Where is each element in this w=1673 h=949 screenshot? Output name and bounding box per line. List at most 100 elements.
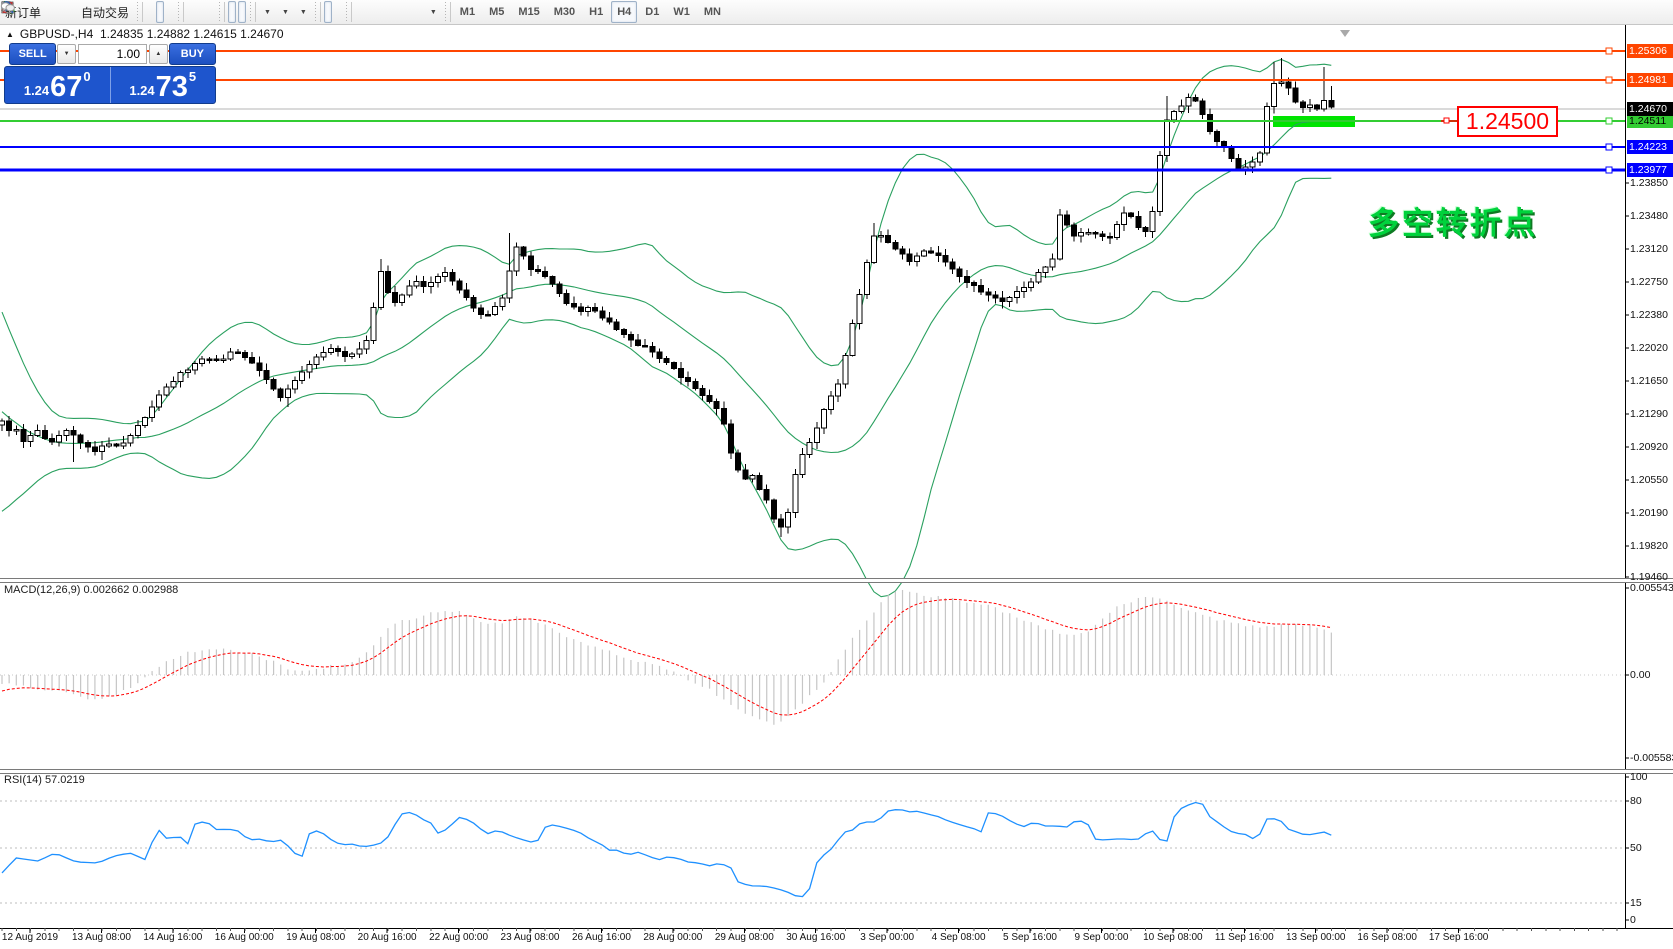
price-tick: 1.20190 — [1630, 507, 1668, 519]
bollinger-bands[interactable] — [1, 58, 1332, 598]
sell-price[interactable]: 1.24 67 0 — [5, 67, 111, 103]
rsi-tick: 50 — [1630, 842, 1642, 854]
price-tick: 1.23850 — [1630, 177, 1668, 189]
price-tick: 1.21290 — [1630, 408, 1668, 420]
toolbar-separator — [443, 2, 451, 22]
rsi-tick: 15 — [1630, 897, 1642, 909]
price-tick: 1.19820 — [1630, 540, 1668, 552]
line-chart-button[interactable] — [1, 1, 174, 23]
pane-splitter-rsi[interactable] — [0, 769, 1673, 774]
macd-values: 0.002662 0.002988 — [83, 584, 179, 596]
auto-trading-button[interactable]: 自动交易 — [1, 1, 133, 23]
horizontal-lines[interactable] — [0, 47, 1625, 174]
horizontal-line-button[interactable] — [2, 1, 373, 23]
shift-marker-icon[interactable] — [1340, 30, 1350, 37]
volume-input[interactable]: 1.00 — [78, 44, 148, 64]
price-tick: 1.20550 — [1630, 474, 1668, 486]
chat-icon — [0, 2, 15, 13]
price-tick: 1.23120 — [1630, 243, 1668, 255]
buy-price[interactable]: 1.24 73 5 — [111, 67, 216, 103]
price-label: 1.24670 — [1627, 102, 1673, 116]
crosshair-button[interactable] — [2, 1, 342, 23]
arrows-button[interactable]: ▼ — [2, 1, 441, 23]
chevron-down-icon[interactable]: ▼ — [264, 9, 271, 16]
sell-button[interactable]: SELL — [9, 43, 57, 65]
text-button[interactable]: A — [4, 1, 413, 23]
cursor-button[interactable] — [4, 1, 332, 23]
price-tick: 1.21650 — [1630, 375, 1668, 387]
macd-tick: 0.00 — [1630, 669, 1651, 681]
price-label: 1.25306 — [1627, 44, 1673, 58]
timeframe-m15-button[interactable]: M15 — [512, 1, 545, 23]
timeframe-mn-button[interactable]: MN — [698, 1, 727, 23]
price-tick: 1.22750 — [1630, 276, 1668, 288]
rsi-tick: 100 — [1630, 771, 1648, 783]
timeframe-d1-button[interactable]: D1 — [639, 1, 665, 23]
macd-tick: 0.005543 — [1630, 582, 1673, 594]
candlesticks — [0, 58, 1335, 537]
bar-chart-button[interactable] — [2, 1, 154, 23]
timeframe-h1-button[interactable]: H1 — [583, 1, 609, 23]
rsi-indicator — [0, 800, 1625, 904]
ohlc-low: 1.24615 — [193, 27, 237, 41]
mt4-window: 新订单自动交易▼▼▼EFAT▼M1M5M15M30H1H4D1W1MN ▲GBP… — [0, 0, 1673, 949]
price-tick: 1.22020 — [1630, 342, 1668, 354]
quotes-button[interactable] — [1, 1, 55, 23]
equidistant-channel-button[interactable]: E — [1, 1, 393, 23]
auto-scroll-button[interactable] — [2, 1, 237, 23]
turning-point-text: 多空转折点 — [1368, 206, 1538, 241]
price-label: 1.24511 — [1627, 114, 1673, 128]
text-label-button[interactable]: T — [1, 1, 423, 23]
buy-button[interactable]: BUY — [168, 43, 217, 65]
timeframe-m30-button[interactable]: M30 — [548, 1, 581, 23]
toolbar-separator — [249, 2, 257, 22]
chart-canvas[interactable] — [0, 0, 1673, 949]
timeframe-w1-button[interactable]: W1 — [667, 1, 696, 23]
toolbar-separator — [313, 2, 321, 22]
collapse-icon[interactable]: ▲ — [6, 30, 14, 39]
chevron-down-icon[interactable]: ▼ — [282, 9, 289, 16]
indicators-button[interactable]: ▼ — [1, 1, 275, 23]
price-tick: 1.23480 — [1630, 210, 1668, 222]
ohlc-open: 1.24835 — [99, 27, 144, 41]
price-label: 1.23977 — [1627, 163, 1673, 177]
toolbar-separator — [218, 2, 226, 22]
one-click-trading-panel: SELL ▼ 1.00 ▲ BUY 1.24 67 0 1.24 73 5 — [4, 43, 217, 104]
zoom-in-button[interactable] — [1, 1, 195, 23]
symbol-period: GBPUSD-,H4 — [19, 27, 94, 41]
price-label: 1.24981 — [1627, 73, 1673, 87]
timeframe-m1-button[interactable]: M1 — [454, 1, 481, 23]
toolbar-separator — [136, 2, 144, 22]
price-tick: 1.20920 — [1630, 441, 1668, 453]
price-axis[interactable] — [1625, 24, 1629, 928]
ohlc-high: 1.24882 — [146, 27, 191, 41]
tile-windows-button[interactable] — [2, 1, 215, 23]
rsi-tick: 0 — [1630, 914, 1636, 926]
volume-up-button[interactable]: ▲ — [149, 44, 168, 64]
chevron-down-icon[interactable]: ▼ — [430, 9, 437, 16]
chart-title: ▲ GBPUSD-,H4 1.24835 1.24882 1.24615 1.24… — [6, 27, 284, 41]
chart-shift-button[interactable] — [2, 1, 247, 23]
templates-button[interactable]: ▼ — [1, 1, 311, 23]
search-button[interactable] — [1, 1, 1656, 23]
macd-tick: -0.005583 — [1630, 752, 1673, 764]
periods-button[interactable]: ▼ — [1, 1, 293, 23]
rsi-tick: 80 — [1630, 795, 1642, 807]
price-target-box[interactable]: 1.24500 — [1457, 106, 1558, 137]
trendline-button[interactable] — [1, 1, 383, 23]
volume-down-button[interactable]: ▼ — [57, 44, 76, 64]
pane-splitter-macd[interactable] — [0, 578, 1673, 583]
fibonacci-button[interactable]: F — [2, 1, 403, 23]
candlestick-button[interactable] — [2, 1, 165, 23]
ohlc-close: 1.24670 — [240, 27, 284, 41]
macd-label: MACD(12,26,9) 0.002662 0.002988 — [4, 584, 179, 596]
signals-button[interactable] — [2, 1, 75, 23]
chat-button[interactable] — [0, 1, 1666, 23]
vertical-line-button[interactable] — [7, 1, 363, 23]
price-tick: 1.22380 — [1630, 309, 1668, 321]
timeframe-h4-button[interactable]: H4 — [611, 1, 638, 23]
market-watch-button[interactable] — [2, 1, 65, 23]
zoom-out-button[interactable] — [1, 1, 205, 23]
chevron-down-icon[interactable]: ▼ — [300, 9, 307, 16]
timeframe-m5-button[interactable]: M5 — [483, 1, 510, 23]
